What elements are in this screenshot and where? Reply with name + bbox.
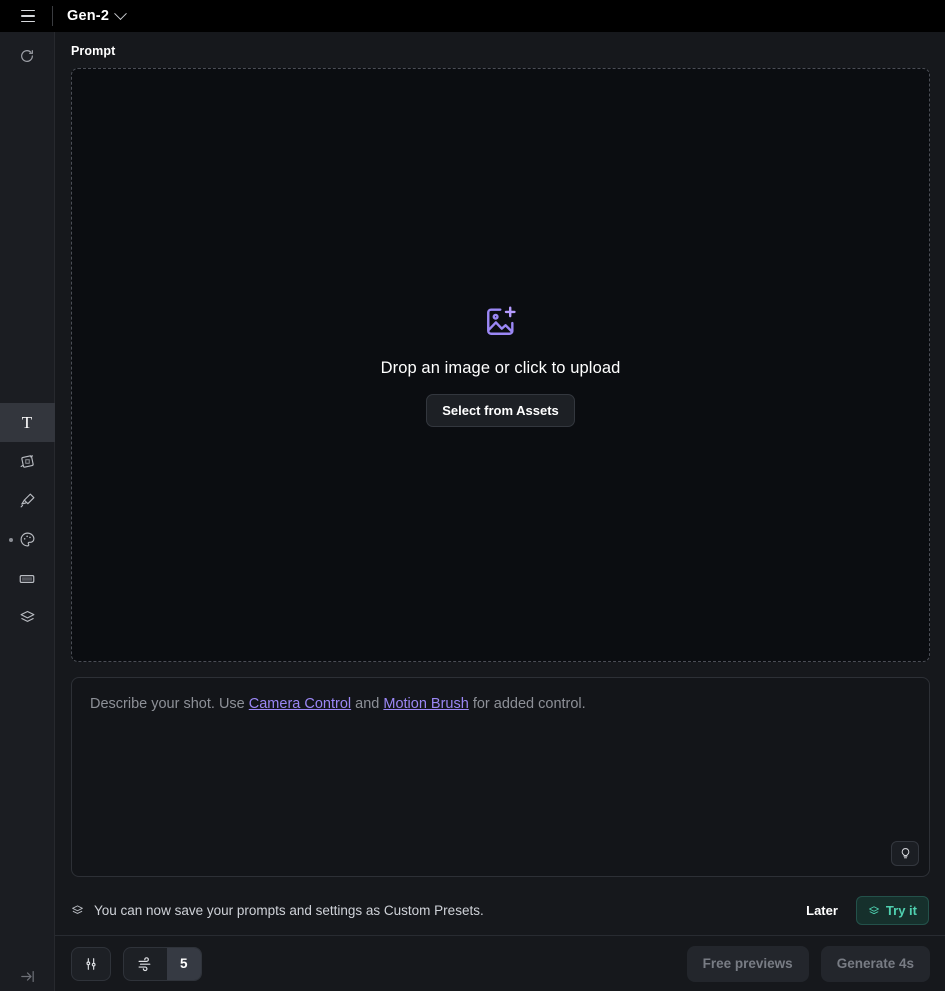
camera-control-icon [20,455,34,468]
sidebar-item-style[interactable] [0,520,55,559]
notice-text: You can now save your prompts and settin… [94,903,484,918]
placeholder-part-1: Describe your shot. Use [90,696,249,712]
preset-notice-bar: You can now save your prompts and settin… [55,886,945,935]
main-column: Prompt Drop an image or click to upload … [55,32,945,991]
motion-control: 5 [123,946,202,981]
bottom-toolbar: 5 Free previews Generate 4s [55,935,945,991]
camera-control-link[interactable]: Camera Control [249,696,351,712]
hamburger-icon[interactable] [14,2,42,30]
layers-icon [72,905,83,914]
select-from-assets-button[interactable]: Select from Assets [426,393,575,427]
history-rotate-icon [21,50,33,62]
image-dropzone[interactable]: Drop an image or click to upload Select … [71,68,930,662]
model-name-label: Gen-2 [67,8,110,24]
page-title: Prompt [71,44,116,58]
sidebar-item-aspect-ratio[interactable] [0,559,55,598]
image-add-icon [484,304,518,343]
left-tool-rail: T [0,32,55,991]
sidebar-item-text[interactable]: T [0,403,55,442]
motion-icon-button[interactable] [124,948,167,980]
tool-list: T [0,403,55,637]
chevron-down-icon [114,6,127,20]
generate-button[interactable]: Generate 4s [820,945,930,982]
app-body: T Prompt Drop an image or click to uploa… [0,32,945,991]
top-bar: Gen-2 [0,0,945,32]
try-it-label: Try it [885,903,917,918]
active-indicator-dot [8,537,13,542]
prompt-suggestion-button[interactable] [891,841,919,866]
prompt-placeholder: Describe your shot. Use Camera Control a… [72,678,929,731]
layers-icon [20,610,34,622]
expand-panel-button[interactable] [0,968,54,985]
prompt-panel: Prompt Drop an image or click to upload … [55,32,945,877]
motion-value[interactable]: 5 [167,947,201,980]
hamburger-line [21,20,35,23]
placeholder-part-3: for added control. [468,696,586,712]
lightbulb-icon [901,848,909,859]
hamburger-line [21,15,35,17]
motion-brush-link[interactable]: Motion Brush [383,696,468,712]
free-previews-button[interactable]: Free previews [686,945,809,982]
placeholder-part-2: and [351,696,384,712]
notice-actions: Later Try it [794,896,929,925]
dropzone-label: Drop an image or click to upload [380,358,621,377]
text-t-icon: T [21,412,33,432]
wind-motion-icon [138,957,151,972]
model-selector[interactable]: Gen-2 [67,6,127,24]
sidebar-item-camera-control[interactable] [0,442,55,481]
palette-icon [20,532,34,547]
motion-brush-icon [20,493,34,508]
layers-icon [868,905,879,914]
app-root: Gen-2 T Prompt Drop an image or click to… [0,0,945,991]
hamburger-line [21,9,35,12]
rectangle-icon [19,574,35,583]
prompt-input[interactable]: Describe your shot. Use Camera Control a… [71,677,930,877]
later-button[interactable]: Later [794,896,850,925]
history-button[interactable] [0,32,54,80]
toolbar-divider [52,6,53,26]
try-it-button[interactable]: Try it [855,896,929,925]
sidebar-item-motion-brush[interactable] [0,481,55,520]
sidebar-item-presets[interactable] [0,598,55,637]
sliders-settings-icon [86,957,96,970]
expand-panel-icon [20,970,34,983]
generation-settings-button[interactable] [71,946,111,981]
